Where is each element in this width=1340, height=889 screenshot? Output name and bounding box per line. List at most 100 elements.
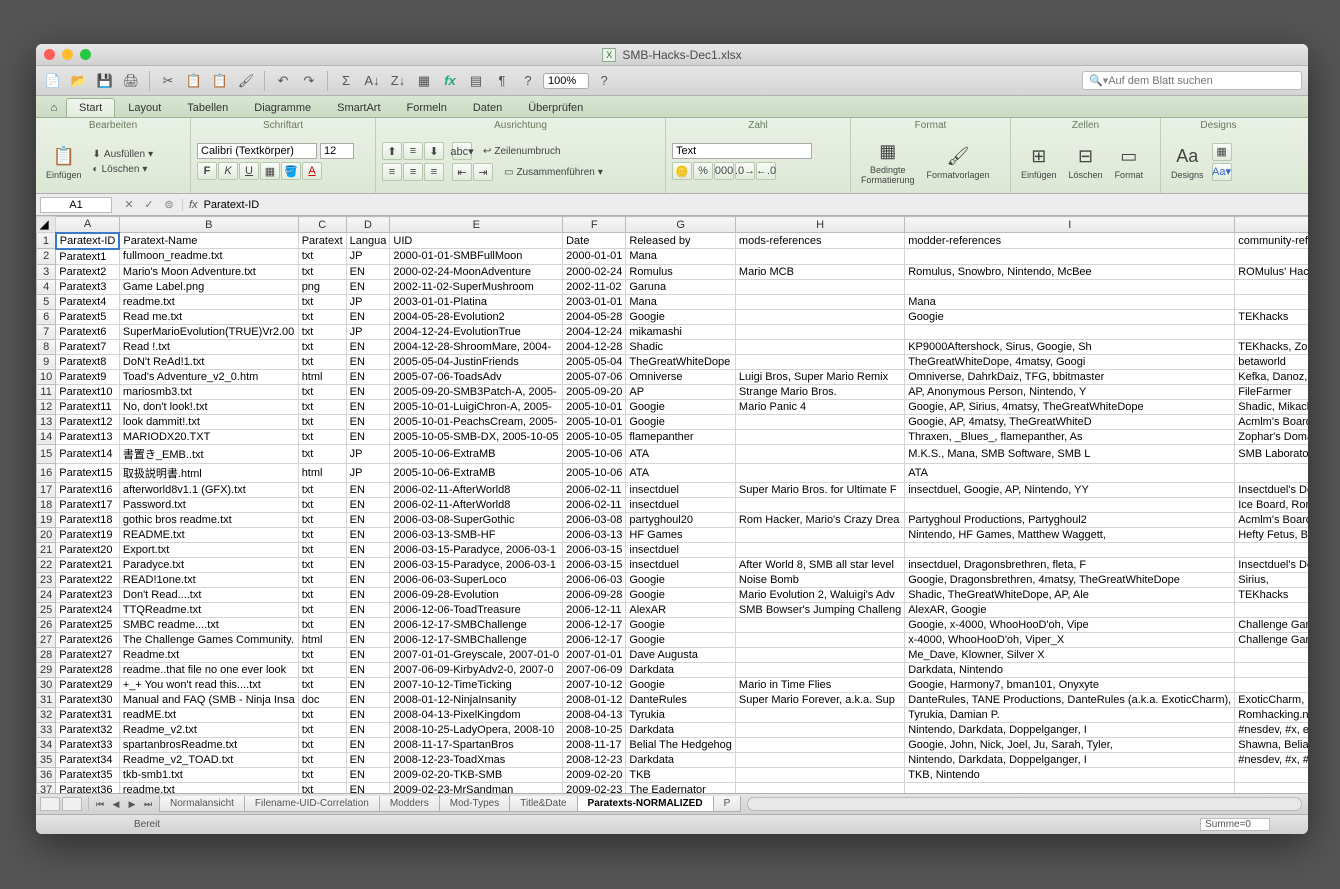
cell[interactable]: Paratext10 xyxy=(56,384,120,399)
sort-asc-icon[interactable]: A↓ xyxy=(361,70,383,92)
fill-color-button[interactable]: 🪣 xyxy=(281,162,301,180)
cell[interactable] xyxy=(735,542,904,557)
cell[interactable]: gothic bros readme.txt xyxy=(119,512,298,527)
theme-colors-button[interactable]: ▦ xyxy=(1212,143,1232,161)
cell[interactable]: insectduel, Googie, AP, Nintendo, YY xyxy=(905,482,1235,497)
cell[interactable]: txt xyxy=(298,264,346,279)
cell[interactable]: 2009-02-23 xyxy=(563,782,626,793)
cell[interactable]: 2009-02-23-MrSandman xyxy=(390,782,563,793)
merge-button[interactable]: ▭Zusammenführen ▾ xyxy=(501,166,606,179)
cell[interactable]: html xyxy=(298,632,346,647)
col-header-E[interactable]: E xyxy=(390,217,563,233)
cell[interactable]: Paratext28 xyxy=(56,662,120,677)
cell[interactable]: Readme_v2_TOAD.txt xyxy=(119,752,298,767)
cell[interactable] xyxy=(1235,647,1308,662)
cell[interactable]: spartanbrosReadme.txt xyxy=(119,737,298,752)
cell[interactable]: 2006-02-11-AfterWorld8 xyxy=(390,497,563,512)
cell[interactable]: Paratext4 xyxy=(56,294,120,309)
row-header-7[interactable]: 7 xyxy=(37,324,56,339)
sort-desc-icon[interactable]: Z↓ xyxy=(387,70,409,92)
cell[interactable]: ATA xyxy=(626,463,736,482)
cell[interactable]: insectduel xyxy=(626,482,736,497)
cell[interactable]: SuperMarioEvolution(TRUE)Vr2.00 xyxy=(119,324,298,339)
cell[interactable]: html xyxy=(298,463,346,482)
col-header-G[interactable]: G xyxy=(626,217,736,233)
cell[interactable] xyxy=(735,354,904,369)
cell[interactable]: Luigi Bros, Super Mario Remix xyxy=(735,369,904,384)
cell[interactable]: 2005-07-06 xyxy=(563,369,626,384)
cell[interactable] xyxy=(1235,767,1308,782)
select-all-corner[interactable]: ◢ xyxy=(37,217,56,233)
cell[interactable]: insectduel xyxy=(626,542,736,557)
cell[interactable]: insectduel, Dragonsbrethren, fleta, F xyxy=(905,557,1235,572)
align-top-button[interactable]: ⬆ xyxy=(382,142,402,160)
cell[interactable]: READ!1one.txt xyxy=(119,572,298,587)
align-right-button[interactable]: ≡ xyxy=(424,163,444,181)
cell[interactable] xyxy=(905,279,1235,294)
number-format-select[interactable] xyxy=(672,143,812,159)
cell[interactable]: Paratext33 xyxy=(56,737,120,752)
sheet-tab-4[interactable]: Title&Date xyxy=(509,796,577,812)
row-header-24[interactable]: 24 xyxy=(37,587,56,602)
cell[interactable] xyxy=(735,737,904,752)
cell[interactable]: txt xyxy=(298,497,346,512)
cell[interactable]: TKB xyxy=(626,767,736,782)
cell[interactable]: Paratext36 xyxy=(56,782,120,793)
fx-icon[interactable]: fx xyxy=(439,70,461,92)
copy-icon[interactable]: 📋 xyxy=(183,70,205,92)
cell[interactable]: 2000-01-01 xyxy=(563,249,626,265)
cell[interactable]: 2007-06-09-KirbyAdv2-0, 2007-0 xyxy=(390,662,563,677)
cell[interactable]: TheGreatWhiteDope, 4matsy, Googi xyxy=(905,354,1235,369)
cell[interactable]: EN xyxy=(346,527,390,542)
cell[interactable]: MARIODX20.TXT xyxy=(119,429,298,444)
row-header-29[interactable]: 29 xyxy=(37,662,56,677)
cell[interactable]: txt xyxy=(298,309,346,324)
cell[interactable]: EN xyxy=(346,782,390,793)
cell[interactable] xyxy=(735,617,904,632)
row-header-12[interactable]: 12 xyxy=(37,399,56,414)
new-icon[interactable]: 📄 xyxy=(42,70,64,92)
cell[interactable] xyxy=(1235,782,1308,793)
cell[interactable]: EN xyxy=(346,647,390,662)
cell[interactable]: Manual and FAQ (SMB - Ninja Insa xyxy=(119,692,298,707)
cell[interactable]: DanteRules, TANE Productions, DanteRules… xyxy=(905,692,1235,707)
row-header-30[interactable]: 30 xyxy=(37,677,56,692)
cell[interactable]: Readme.txt xyxy=(119,647,298,662)
cell[interactable] xyxy=(1235,249,1308,265)
cell[interactable]: 2005-09-20-SMB3Patch-A, 2005- xyxy=(390,384,563,399)
cell[interactable]: Googie xyxy=(626,617,736,632)
inc-decimal-button[interactable]: .0→ xyxy=(735,162,755,180)
cell[interactable] xyxy=(735,339,904,354)
cell[interactable]: EN xyxy=(346,767,390,782)
cell[interactable] xyxy=(1235,294,1308,309)
cell[interactable]: png xyxy=(298,279,346,294)
cell[interactable] xyxy=(735,324,904,339)
cell[interactable]: No, don't look!.txt xyxy=(119,399,298,414)
redo-icon[interactable]: ↷ xyxy=(298,70,320,92)
paste-icon[interactable]: 📋 xyxy=(209,70,231,92)
underline-button[interactable]: U xyxy=(239,162,259,180)
cell[interactable]: partyghoul20 xyxy=(626,512,736,527)
cell[interactable]: readME.txt xyxy=(119,707,298,722)
row-header-9[interactable]: 9 xyxy=(37,354,56,369)
cancel-formula-button[interactable]: ✕ xyxy=(120,197,138,213)
cell[interactable]: txt xyxy=(298,512,346,527)
cell[interactable]: TheGreatWhiteDope xyxy=(626,354,736,369)
cell[interactable]: Paratext35 xyxy=(56,767,120,782)
cell[interactable]: EN xyxy=(346,617,390,632)
cell[interactable] xyxy=(735,707,904,722)
cell[interactable]: Paratext25 xyxy=(56,617,120,632)
cell[interactable]: Romulus, Snowbro, Nintendo, McBee xyxy=(905,264,1235,279)
cell[interactable]: 2002-11-02-SuperMushroom xyxy=(390,279,563,294)
cell[interactable]: Dave Augusta xyxy=(626,647,736,662)
cell[interactable]: EN xyxy=(346,264,390,279)
cell[interactable]: look dammit!.txt xyxy=(119,414,298,429)
cell[interactable]: flamepanther xyxy=(626,429,736,444)
cell[interactable]: EN xyxy=(346,602,390,617)
cell[interactable]: 2006-12-17 xyxy=(563,632,626,647)
cell[interactable]: Paratext8 xyxy=(56,354,120,369)
clear-button[interactable]: ◐Löschen ▾ xyxy=(90,163,157,176)
cell[interactable]: txt xyxy=(298,339,346,354)
accept-formula-button[interactable]: ✓ xyxy=(140,197,158,213)
cell[interactable]: txt xyxy=(298,587,346,602)
